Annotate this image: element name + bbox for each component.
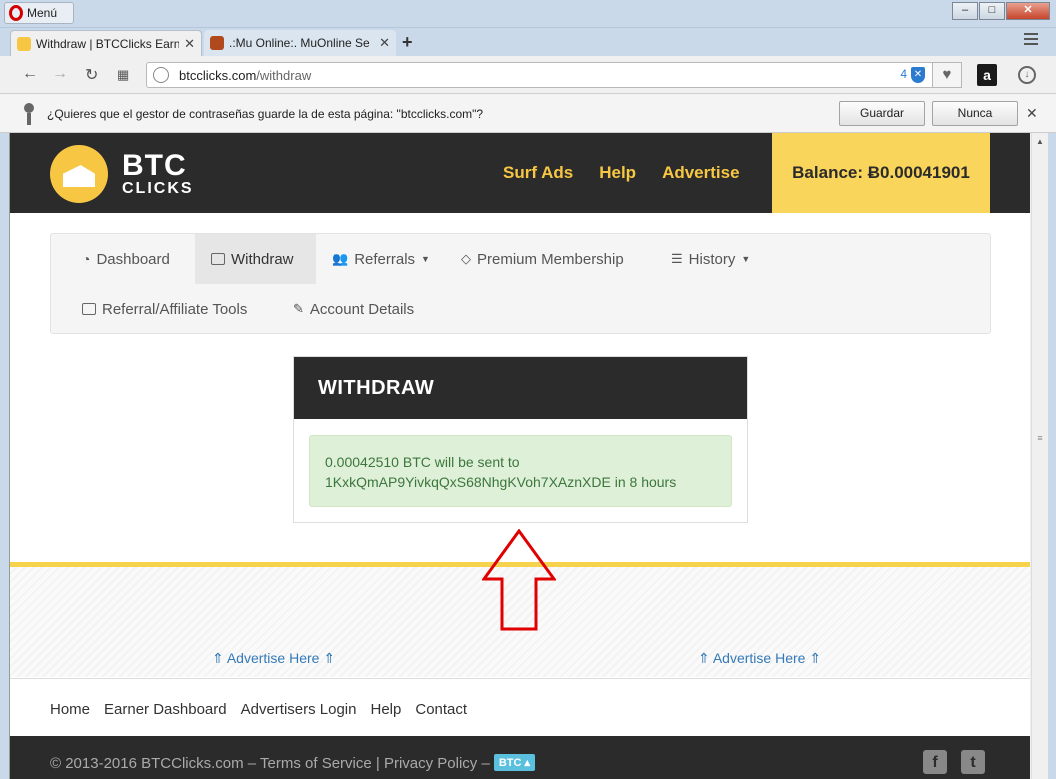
footer-nav: Home Earner Dashboard Advertisers Login …: [10, 678, 1030, 736]
withdraw-title: WITHDRAW: [294, 357, 747, 419]
close-tab-icon[interactable]: ✕: [379, 35, 390, 51]
speed-dial-grid-icon[interactable]: ▦: [117, 67, 129, 83]
site-header: BTC CLICKS Surf Ads Help Advertise Balan…: [10, 133, 1030, 213]
globe-icon: [153, 67, 169, 83]
footer-contact-link[interactable]: Contact: [415, 701, 467, 718]
diamond-icon: ◇: [461, 251, 471, 266]
subnav-referrals[interactable]: 👥 Referrals ▼: [316, 234, 446, 284]
maximize-button[interactable]: □: [979, 2, 1005, 20]
footer-advertisers-login-link[interactable]: Advertisers Login: [241, 701, 357, 718]
edit-icon: ✎: [293, 301, 304, 316]
vertical-scrollbar[interactable]: ▲ ≡: [1031, 133, 1048, 779]
tab-withdraw[interactable]: Withdraw | BTCClicks Earn ✕: [10, 30, 202, 56]
withdraw-success-alert: 0.00042510 BTC will be sent to 1KxkQmAP9…: [309, 435, 732, 507]
caret-down-icon: ▼: [421, 254, 430, 264]
footer-help-link[interactable]: Help: [371, 701, 402, 718]
subnav-label: Premium Membership: [477, 250, 624, 268]
adblock-shield-icon[interactable]: ✕: [911, 67, 925, 83]
footer-bottom: © 2013-2016 BTCClicks.com – Terms of Ser…: [10, 736, 1030, 779]
password-prompt-text: ¿Quieres que el gestor de contraseñas gu…: [47, 107, 484, 121]
page-viewport: BTC CLICKS Surf Ads Help Advertise Balan…: [9, 133, 1030, 779]
bookmark-heart-icon[interactable]: ♥: [932, 62, 962, 88]
url-domain: btcclicks.com: [179, 67, 257, 83]
subnav-premium[interactable]: ◇ Premium Membership: [445, 234, 640, 284]
amazon-extension-icon[interactable]: a: [977, 64, 997, 86]
nav-surf-ads[interactable]: Surf Ads: [503, 163, 573, 183]
password-save-bar: ¿Quieres que el gestor de contraseñas gu…: [0, 95, 1056, 133]
back-arrow-icon[interactable]: ←: [22, 65, 38, 83]
forward-arrow-icon[interactable]: →: [52, 65, 68, 83]
picture-icon: [82, 303, 96, 315]
nav-advertise[interactable]: Advertise: [662, 163, 739, 183]
nav-help[interactable]: Help: [599, 163, 636, 183]
address-toolbar: ← → ↻ ▦ btcclicks.com/withdraw 4 ✕ ♥ a ↓: [0, 56, 1056, 94]
close-bar-icon[interactable]: ✕: [1026, 105, 1038, 122]
btcclicks-favicon-icon: [17, 36, 31, 51]
window-frame-right: [1048, 133, 1056, 779]
tab-title: .:Mu Online:. MuOnline Se: [229, 36, 370, 50]
close-tab-icon[interactable]: ✕: [184, 36, 195, 52]
twitter-icon[interactable]: t: [961, 750, 985, 774]
opera-menu-button[interactable]: Menú: [4, 2, 74, 24]
window-frame-left: [0, 133, 9, 779]
subnav-history[interactable]: ☰ History ▼: [655, 234, 766, 284]
minimize-button[interactable]: –: [952, 2, 978, 20]
reload-icon[interactable]: ↻: [85, 65, 98, 85]
subnav-tools[interactable]: Referral/Affiliate Tools: [66, 284, 263, 334]
logo-house-icon: [50, 145, 108, 203]
subnav-label: History: [688, 250, 736, 268]
users-icon: 👥: [332, 251, 349, 266]
facebook-icon[interactable]: f: [923, 750, 947, 774]
window-titlebar: Menú – □ ✕: [0, 0, 1056, 28]
subnav-label: Account Details: [309, 300, 415, 318]
never-button[interactable]: Nunca: [932, 101, 1018, 126]
tab-title: Withdraw | BTCClicks Earn: [36, 36, 180, 51]
subnav-label: Dashboard: [96, 250, 170, 268]
subnav-label: Referral/Affiliate Tools: [102, 300, 248, 318]
caret-down-icon: ▼: [741, 254, 751, 264]
scroll-thumb[interactable]: ≡: [1034, 433, 1046, 453]
footer-home-link[interactable]: Home: [50, 701, 90, 718]
url-path: /withdraw: [256, 67, 312, 83]
opera-logo-icon: [9, 5, 23, 21]
new-tab-icon[interactable]: +: [402, 32, 413, 53]
muonline-favicon-icon: [210, 36, 224, 50]
footer-earner-dashboard-link[interactable]: Earner Dashboard: [104, 701, 227, 718]
btc-badge[interactable]: BTC ▴: [493, 754, 536, 771]
save-password-button[interactable]: Guardar: [839, 101, 925, 126]
tab-muonline[interactable]: .:Mu Online:. MuOnline Se ✕: [204, 30, 396, 56]
subnav-account[interactable]: ✎ Account Details: [277, 284, 430, 334]
copyright-text: © 2013-2016 BTCClicks.com – Terms of Ser…: [50, 755, 490, 772]
list-icon: ☰: [671, 251, 683, 266]
top-nav: Surf Ads Help Advertise: [503, 163, 740, 183]
url-field[interactable]: btcclicks.com/withdraw 4 ✕: [146, 62, 934, 88]
subnav-label: Withdraw: [231, 250, 294, 268]
tab-bar: Withdraw | BTCClicks Earn ✕ .:Mu Online:…: [0, 28, 1056, 56]
key-icon: [24, 103, 34, 125]
download-icon[interactable]: ↓: [1018, 66, 1036, 84]
subnav-label: Referrals: [354, 250, 416, 268]
red-annotation-arrow-icon: [482, 529, 556, 631]
withdraw-address-text: 1KxkQmAP9YivkqQxS68NhgKVoh7XAznXDE in 8 …: [325, 474, 677, 490]
subnav-dashboard[interactable]: ◔ Dashboard: [66, 234, 186, 284]
advertise-here-link-right[interactable]: ⇑ Advertise Here ⇑: [698, 650, 821, 667]
withdraw-panel: WITHDRAW 0.00042510 BTC will be sent to …: [293, 356, 748, 523]
account-subnav: ◔ Dashboard Withdraw 👥 Referrals ▼ ◇ Pre…: [50, 233, 991, 334]
tab-menu-icon[interactable]: [1024, 33, 1038, 48]
menu-label: Menú: [27, 6, 58, 20]
btcclicks-logo[interactable]: BTC CLICKS: [50, 145, 194, 203]
logo-text-btc: BTC: [122, 149, 187, 182]
withdraw-amount-text: 0.00042510 BTC will be sent to: [325, 454, 520, 470]
advertise-here-link-left[interactable]: ⇑ Advertise Here ⇑: [212, 650, 335, 667]
scroll-up-icon[interactable]: ▲: [1032, 133, 1048, 150]
blocked-count: 4: [900, 67, 907, 81]
dashboard-gauge-icon: ◔: [82, 251, 91, 267]
close-window-button[interactable]: ✕: [1006, 2, 1050, 20]
subnav-withdraw[interactable]: Withdraw: [195, 234, 316, 284]
money-icon: [211, 253, 225, 265]
logo-text-clicks: CLICKS: [122, 180, 194, 197]
balance-display: Balance: Ƀ0.00041901: [772, 133, 990, 213]
